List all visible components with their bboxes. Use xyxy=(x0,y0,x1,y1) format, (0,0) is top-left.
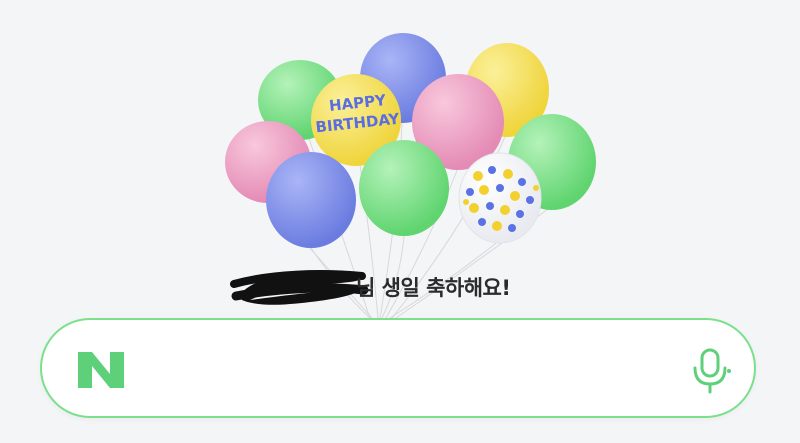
microphone-icon xyxy=(693,348,731,394)
balloon-green-front-center xyxy=(359,140,449,236)
birthday-greeting: 님 생일 축하해요! xyxy=(230,266,550,306)
balloon-blue-front-left xyxy=(266,152,356,248)
naver-n-icon[interactable] xyxy=(76,350,128,390)
search-bar[interactable] xyxy=(40,318,756,418)
balloon-confetti-clear xyxy=(458,152,542,244)
redacted-name-scribble xyxy=(230,270,369,305)
greeting-text: 님 생일 축하해요! xyxy=(356,276,511,300)
search-input[interactable] xyxy=(152,344,676,398)
birthday-search-screen: HAPPY BIRTHDAY 님 생일 축하해요! xyxy=(0,0,800,443)
voice-search-button[interactable] xyxy=(684,344,736,396)
